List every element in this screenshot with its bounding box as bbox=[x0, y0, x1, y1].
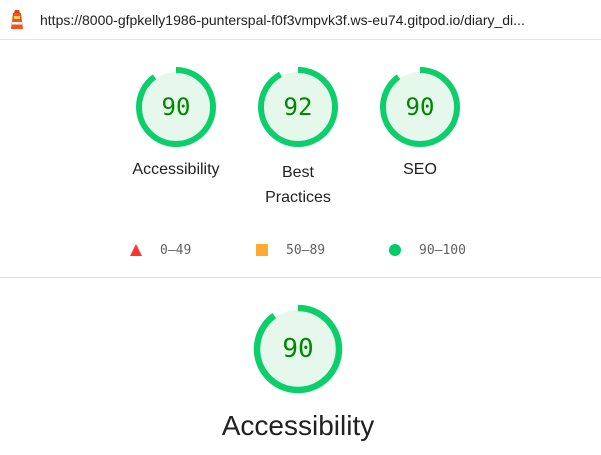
legend-average: 50–89 bbox=[256, 240, 325, 260]
legend-pass: 90–100 bbox=[389, 240, 466, 260]
legend-average-range: 50–89 bbox=[286, 242, 326, 258]
seo-gauge[interactable]: 90 bbox=[378, 65, 462, 149]
seo-gauge-label: SEO bbox=[403, 161, 437, 178]
best-practices-score: 92 bbox=[283, 93, 313, 121]
lighthouse-icon bbox=[11, 9, 23, 29]
accessibility-gauge-label: Accessibility bbox=[132, 161, 220, 178]
legend-fail-range: 0–49 bbox=[160, 242, 192, 258]
triangle-icon bbox=[130, 244, 142, 256]
section-divider bbox=[0, 277, 601, 278]
browser-address-bar: https://8000-gfpkelly1986-punterspal-f0f… bbox=[0, 0, 601, 40]
best-practices-label-line1: Best bbox=[281, 164, 314, 181]
circle-icon bbox=[389, 244, 401, 256]
category-score: 90 bbox=[282, 334, 314, 364]
legend-fail: 0–49 bbox=[130, 240, 191, 260]
best-practices-gauge[interactable]: 92 bbox=[256, 65, 340, 149]
square-icon bbox=[256, 244, 268, 256]
accessibility-score: 90 bbox=[161, 93, 191, 121]
best-practices-gauge-label: Best Practices bbox=[233, 160, 363, 210]
page-url[interactable]: https://8000-gfpkelly1986-punterspal-f0f… bbox=[40, 12, 570, 28]
accessibility-gauge[interactable]: 90 bbox=[134, 65, 218, 149]
category-title: Accessibility bbox=[221, 410, 375, 441]
best-practices-label-line2: Practices bbox=[265, 189, 331, 206]
seo-score: 90 bbox=[405, 93, 435, 121]
legend-pass-range: 90–100 bbox=[419, 242, 466, 258]
category-accessibility-gauge: 90 bbox=[252, 303, 344, 395]
